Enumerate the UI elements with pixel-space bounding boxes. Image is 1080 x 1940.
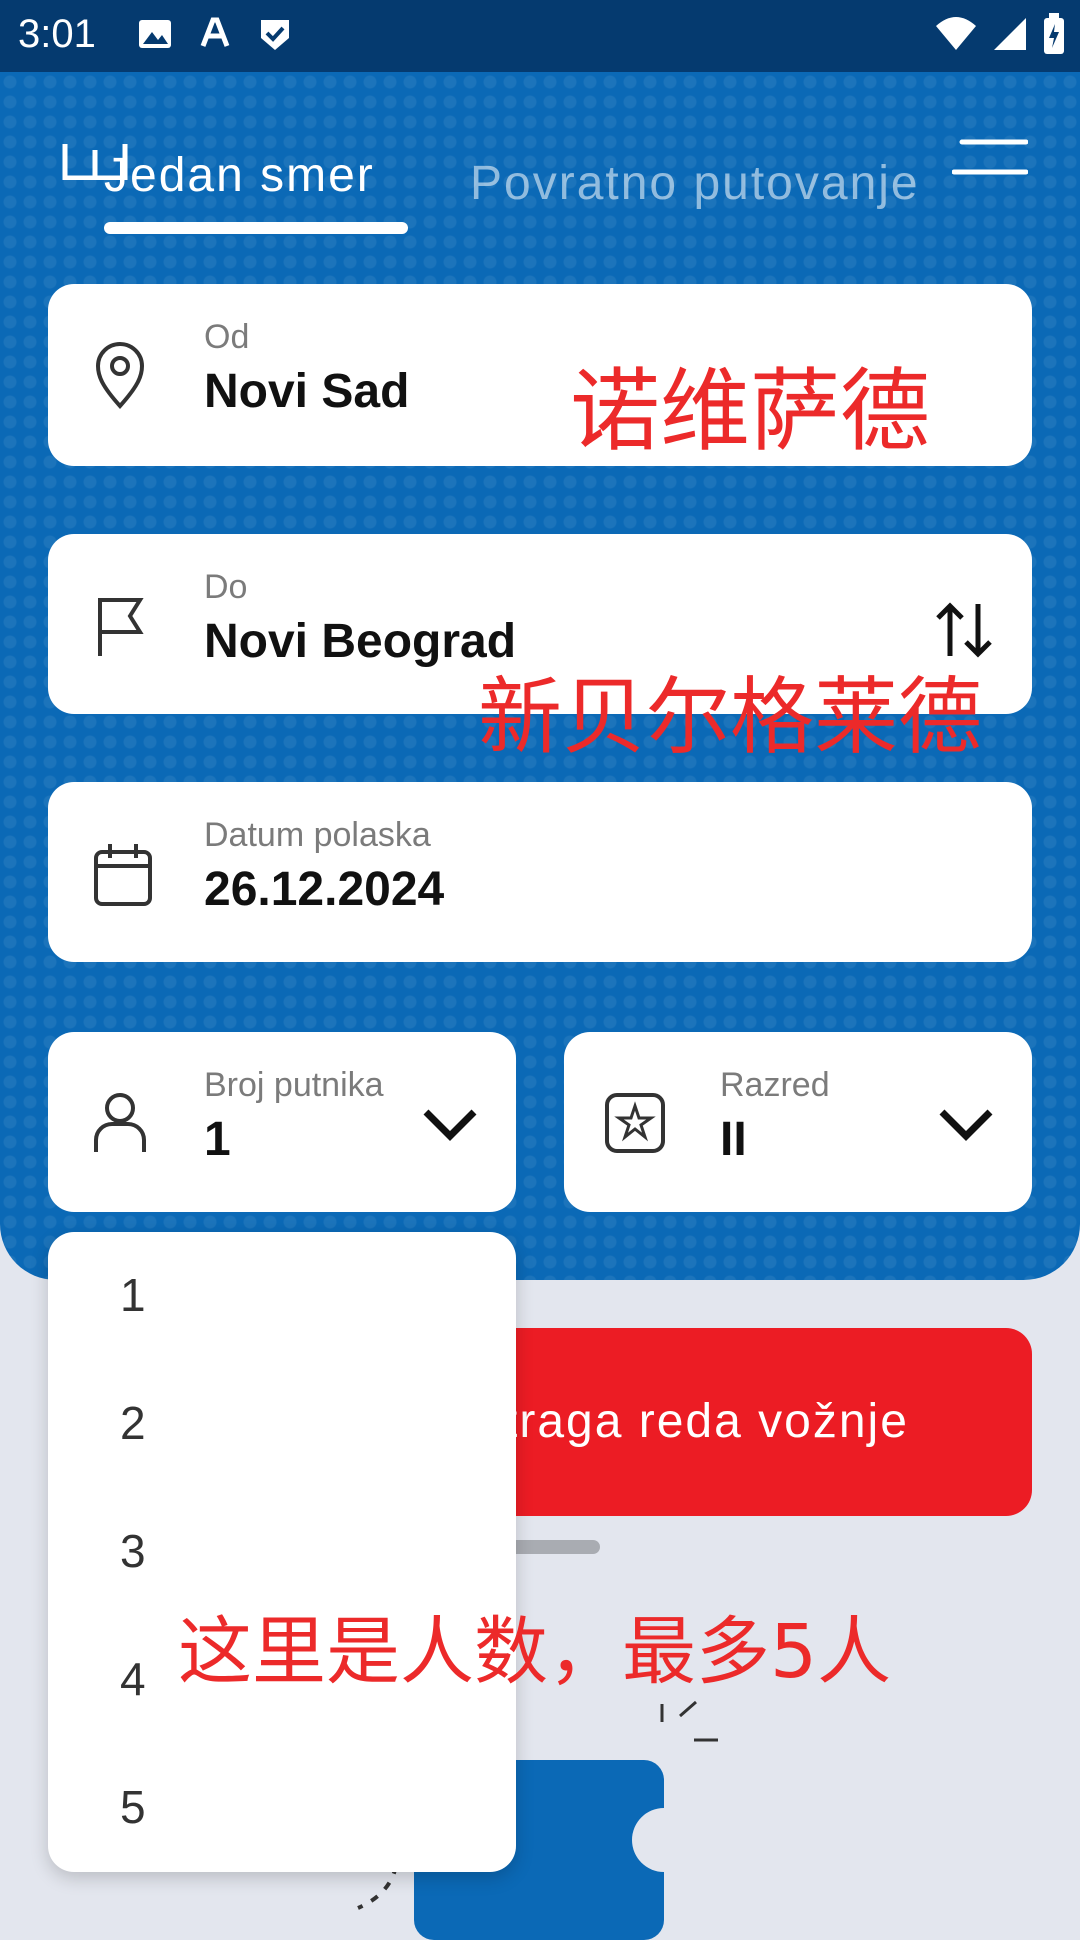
font-icon	[200, 17, 230, 47]
to-value: Novi Beograd	[204, 615, 517, 668]
tab-one-way[interactable]: Jedan smer	[104, 148, 375, 203]
dropdown-option-3[interactable]: 3	[120, 1524, 146, 1578]
image-icon	[139, 20, 171, 48]
from-label: Od	[204, 318, 250, 356]
class-field[interactable]: Razred II	[564, 1032, 1032, 1212]
passengers-value: 1	[204, 1113, 231, 1166]
menu-icon[interactable]	[952, 138, 1028, 178]
ticket-notch	[632, 1808, 696, 1872]
chevron-down-icon[interactable]	[422, 1106, 478, 1142]
spark-lines	[660, 1700, 718, 1742]
passengers-dropdown: 1 2 3 4 5	[48, 1232, 516, 1872]
star-badge-icon	[605, 1093, 665, 1153]
status-icons-left	[135, 14, 295, 54]
date-label: Datum polaska	[204, 816, 431, 854]
tab-active-indicator	[104, 222, 408, 234]
dropdown-option-5[interactable]: 5	[120, 1780, 146, 1834]
battery-icon	[1044, 13, 1064, 54]
flag-icon	[98, 598, 144, 656]
dropdown-option-2[interactable]: 2	[120, 1396, 146, 1450]
drag-handle	[508, 1540, 600, 1554]
wifi-icon	[936, 17, 976, 50]
chevron-down-icon[interactable]	[938, 1106, 994, 1142]
to-label: Do	[204, 568, 248, 606]
annotation-from: 诺维萨德	[570, 359, 930, 464]
tab-return-trip[interactable]: Povratno putovanje	[470, 156, 920, 211]
annotation-to: 新贝尔格莱德	[478, 668, 983, 766]
passengers-field[interactable]: Broj putnika 1	[48, 1032, 516, 1212]
person-icon	[94, 1093, 146, 1152]
class-label: Razred	[720, 1066, 830, 1104]
status-icons-right	[934, 12, 1066, 56]
dropdown-option-1[interactable]: 1	[120, 1268, 146, 1322]
from-value: Novi Sad	[204, 365, 410, 418]
departure-date-field[interactable]: Datum polaska 26.12.2024	[48, 782, 1032, 962]
date-value: 26.12.2024	[204, 863, 445, 916]
status-bar: 3:01	[0, 0, 1080, 72]
dropdown-option-4[interactable]: 4	[120, 1652, 146, 1706]
calendar-icon	[94, 844, 152, 906]
search-button-label: traga reda vožnje	[504, 1395, 909, 1448]
status-time: 3:01	[18, 12, 96, 56]
passengers-label: Broj putnika	[204, 1066, 384, 1104]
dashed-path	[357, 1865, 398, 1910]
annotation-passengers: 这里是人数，最多5人	[178, 1609, 892, 1695]
signal-icon	[994, 18, 1026, 50]
check-shield-icon	[261, 20, 289, 50]
location-pin-icon	[95, 342, 145, 409]
class-value: II	[720, 1113, 747, 1166]
